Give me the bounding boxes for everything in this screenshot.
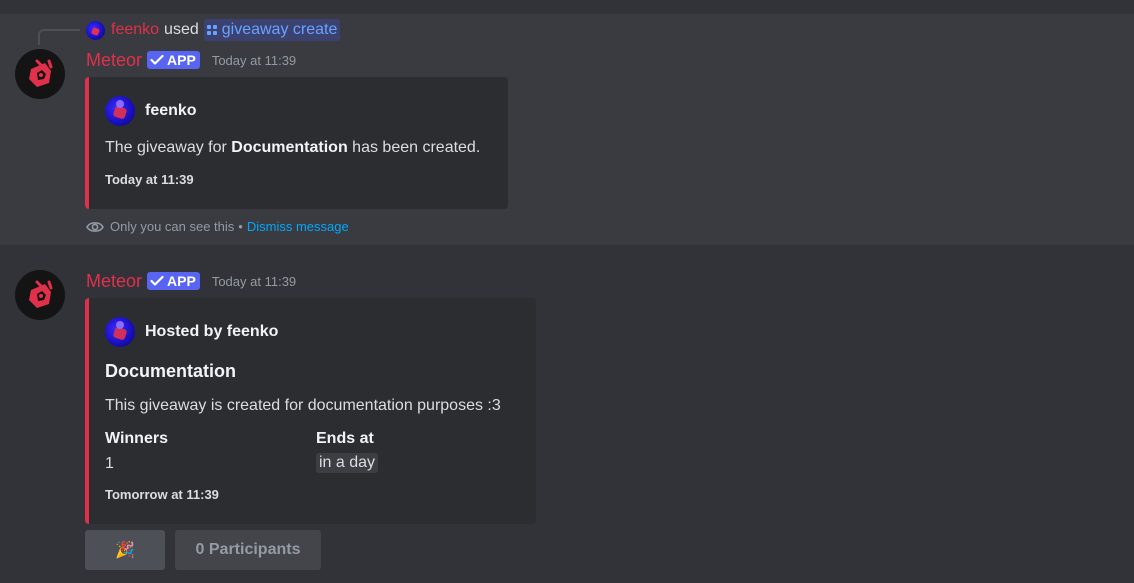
bot-avatar-2[interactable] (15, 270, 65, 320)
enter-giveaway-button[interactable]: 🎉 (85, 530, 165, 570)
separator: • (238, 219, 243, 234)
embed-author: Hosted by feenko (105, 317, 278, 347)
app-tag: APP (147, 272, 200, 290)
ephemeral-text: Only you can see this (110, 219, 235, 234)
message2-header: Meteor APP Today at 11:39 (86, 269, 296, 293)
meteor-logo-icon (29, 59, 53, 87)
embed-description: The giveaway for Documentation has been … (105, 139, 480, 157)
app-tag-label: APP (167, 273, 196, 289)
app-tag-label: APP (167, 52, 196, 68)
embed-footer: Tomorrow at 11:39 (105, 487, 219, 502)
party-popper-icon: 🎉 (115, 542, 135, 559)
ephemeral-notice: Only you can see this • Dismiss message (86, 219, 349, 234)
reply-user-avatar[interactable] (86, 20, 105, 40)
embed-giveaway: Hosted by feenko Documentation This give… (85, 298, 536, 524)
desc-text: The giveaway for (105, 139, 232, 156)
embed-author-name: feenko (145, 102, 197, 119)
field-ends-name: Ends at (316, 430, 374, 447)
embed-footer: Today at 11:39 (105, 172, 194, 187)
command-mention[interactable]: giveaway create (203, 19, 341, 41)
reply-verb: used (164, 21, 199, 38)
verified-check-icon (150, 54, 164, 65)
app-tag: APP (147, 51, 200, 69)
timestamp[interactable]: Today at 11:39 (212, 274, 296, 289)
participants-label: 0 Participants (195, 541, 301, 558)
desc-text-end: has been created. (347, 139, 481, 156)
meteor-logo-icon (29, 280, 53, 308)
eye-icon (86, 221, 104, 232)
field-winners-value: 1 (105, 455, 114, 472)
reply-username[interactable]: feenko (111, 21, 159, 39)
bot-name[interactable]: Meteor (86, 271, 142, 292)
reply-context[interactable]: feenko used giveaway create (86, 19, 341, 41)
author-avatar (105, 317, 135, 347)
reply-connector (38, 29, 80, 45)
bot-name[interactable]: Meteor (86, 50, 142, 71)
embed-created: feenko The giveaway for Documentation ha… (85, 77, 508, 209)
verified-check-icon (150, 275, 164, 286)
embed-description: This giveaway is created for documentati… (105, 397, 501, 414)
embed-author: feenko (105, 96, 197, 126)
dismiss-message-link[interactable]: Dismiss message (247, 219, 349, 234)
field-ends-value[interactable]: in a day (316, 453, 379, 473)
command-name: giveaway create (221, 21, 338, 38)
bot-avatar[interactable] (15, 49, 65, 99)
desc-bold: Documentation (231, 139, 348, 156)
message1-header: Meteor APP Today at 11:39 (86, 48, 296, 72)
embed-author-name: Hosted by feenko (145, 323, 279, 340)
field-winners-name: Winners (105, 430, 168, 447)
author-avatar (105, 96, 135, 126)
embed-title: Documentation (105, 361, 237, 381)
slash-command-icon (206, 25, 217, 35)
timestamp[interactable]: Today at 11:39 (212, 53, 296, 68)
participants-button[interactable]: 0 Participants (175, 530, 321, 570)
